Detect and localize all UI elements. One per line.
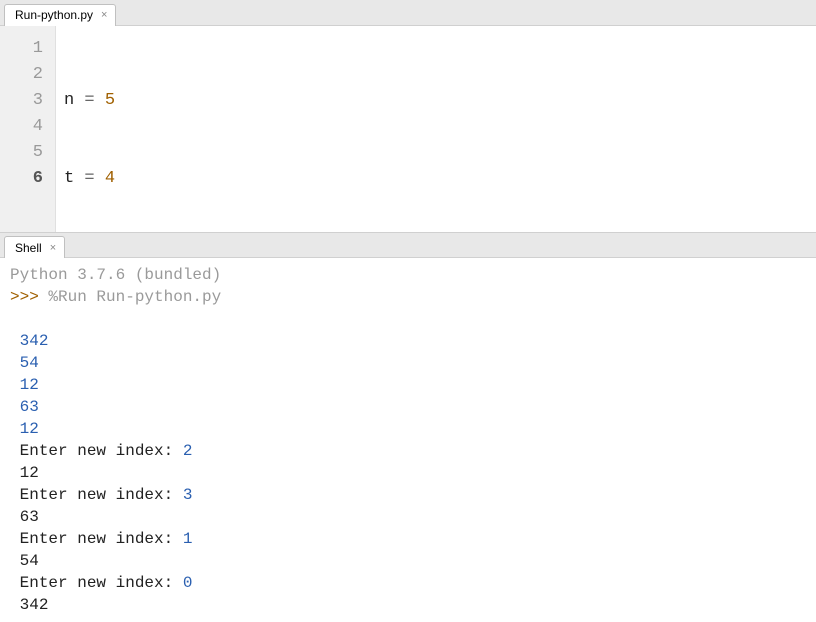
close-icon[interactable]: ×	[48, 242, 58, 254]
shell-version: Python 3.7.6 (bundled)	[10, 266, 221, 284]
editor-tab-label: Run-python.py	[15, 8, 93, 22]
line-number: 6	[8, 166, 43, 192]
editor-tab-bar: Run-python.py ×	[0, 0, 816, 26]
line-number: 5	[8, 140, 43, 166]
shell-prompt: >>>	[10, 288, 48, 306]
shell-output-line: 54	[20, 552, 39, 570]
line-number: 1	[8, 36, 43, 62]
shell-input: 3	[183, 486, 193, 504]
code-area[interactable]: n = 5 t = 4 numbers = [int(input()) for …	[56, 26, 816, 232]
line-number-gutter: 1 2 3 4 5 6	[0, 26, 56, 232]
shell-prompt-text: Enter new index:	[20, 530, 183, 548]
code-line: n = 5	[64, 88, 808, 114]
shell-pane: Python 3.7.6 (bundled) >>> %Run Run-pyth…	[0, 258, 816, 622]
code-line: t = 4	[64, 166, 808, 192]
shell-output-line: 342	[20, 596, 49, 614]
line-number: 4	[8, 114, 43, 140]
line-number: 2	[8, 62, 43, 88]
shell-prompt-text: Enter new index:	[20, 574, 183, 592]
editor-tab[interactable]: Run-python.py ×	[4, 4, 116, 26]
shell-input: 2	[183, 442, 193, 460]
shell-tab-bar: Shell ×	[0, 232, 816, 258]
shell-prompt-text: Enter new index:	[20, 442, 183, 460]
shell-input: 1	[183, 530, 193, 548]
shell-input: 342	[20, 332, 49, 350]
editor-pane: 1 2 3 4 5 6 n = 5 t = 4 numbers = [int(i…	[0, 26, 816, 232]
shell-input: 12	[20, 420, 39, 438]
shell-input: 63	[20, 398, 39, 416]
shell-input: 54	[20, 354, 39, 372]
shell-tab[interactable]: Shell ×	[4, 236, 65, 258]
shell-prompt-text: Enter new index:	[20, 486, 183, 504]
close-icon[interactable]: ×	[99, 9, 109, 21]
shell-input: 12	[20, 376, 39, 394]
shell-output-line: 12	[20, 464, 39, 482]
shell-run-cmd: %Run Run-python.py	[48, 288, 221, 306]
shell-tab-label: Shell	[15, 241, 42, 255]
line-number: 3	[8, 88, 43, 114]
shell-output[interactable]: Python 3.7.6 (bundled) >>> %Run Run-pyth…	[0, 258, 816, 622]
shell-input: 0	[183, 574, 193, 592]
shell-output-line: 63	[20, 508, 39, 526]
